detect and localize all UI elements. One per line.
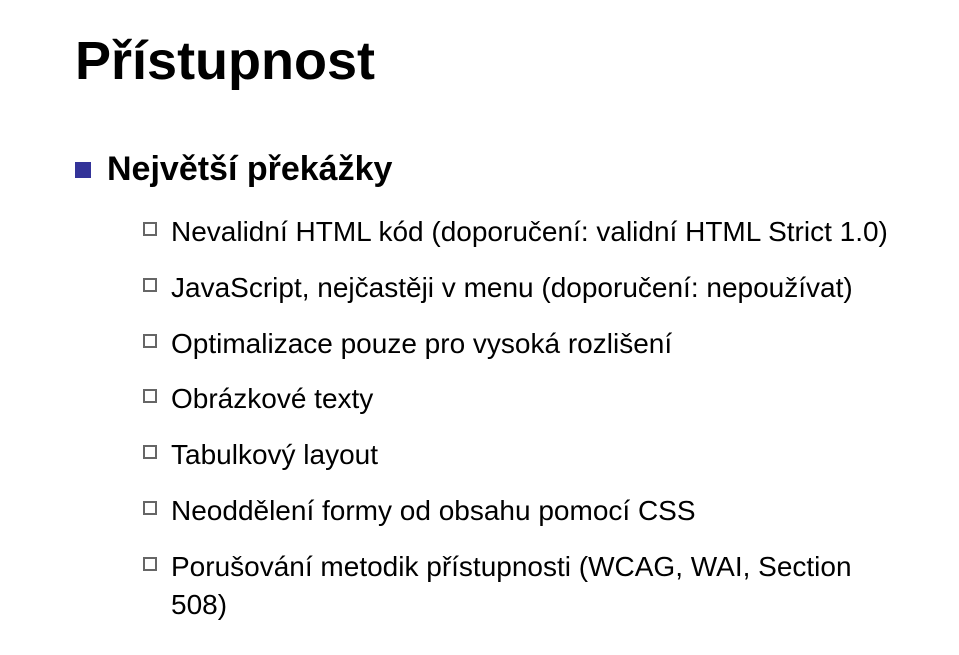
list-item: JavaScript, nejčastěji v menu (doporučen… xyxy=(143,269,899,307)
list-item: Neoddělení formy od obsahu pomocí CSS xyxy=(143,492,899,530)
outline-square-bullet-icon xyxy=(143,278,157,292)
list-item-text: Nevalidní HTML kód (doporučení: validní … xyxy=(171,213,888,251)
list-item-text: Obrázkové texty xyxy=(171,380,373,418)
list-item-text: Optimalizace pouze pro vysoká rozlišení xyxy=(171,325,672,363)
level2-list: Nevalidní HTML kód (doporučení: validní … xyxy=(143,213,899,623)
square-bullet-icon xyxy=(75,162,91,178)
outline-square-bullet-icon xyxy=(143,557,157,571)
outline-square-bullet-icon xyxy=(143,389,157,403)
level1-heading: Největší překážky xyxy=(107,150,392,189)
list-item-text: Porušování metodik přístupnosti (WCAG, W… xyxy=(171,548,899,624)
outline-square-bullet-icon xyxy=(143,334,157,348)
list-item-text: Neoddělení formy od obsahu pomocí CSS xyxy=(171,492,696,530)
outline-square-bullet-icon xyxy=(143,445,157,459)
outline-square-bullet-icon xyxy=(143,501,157,515)
outline-square-bullet-icon xyxy=(143,222,157,236)
slide: Přístupnost Největší překážky Nevalidní … xyxy=(0,0,959,655)
list-item-text: Tabulkový layout xyxy=(171,436,378,474)
slide-title: Přístupnost xyxy=(75,30,899,92)
list-item: Obrázkové texty xyxy=(143,380,899,418)
list-item: Nevalidní HTML kód (doporučení: validní … xyxy=(143,213,899,251)
list-item-text: JavaScript, nejčastěji v menu (doporučen… xyxy=(171,269,853,307)
list-item: Optimalizace pouze pro vysoká rozlišení xyxy=(143,325,899,363)
list-item: Porušování metodik přístupnosti (WCAG, W… xyxy=(143,548,899,624)
list-item: Tabulkový layout xyxy=(143,436,899,474)
list-item-level1: Největší překážky xyxy=(75,150,899,189)
